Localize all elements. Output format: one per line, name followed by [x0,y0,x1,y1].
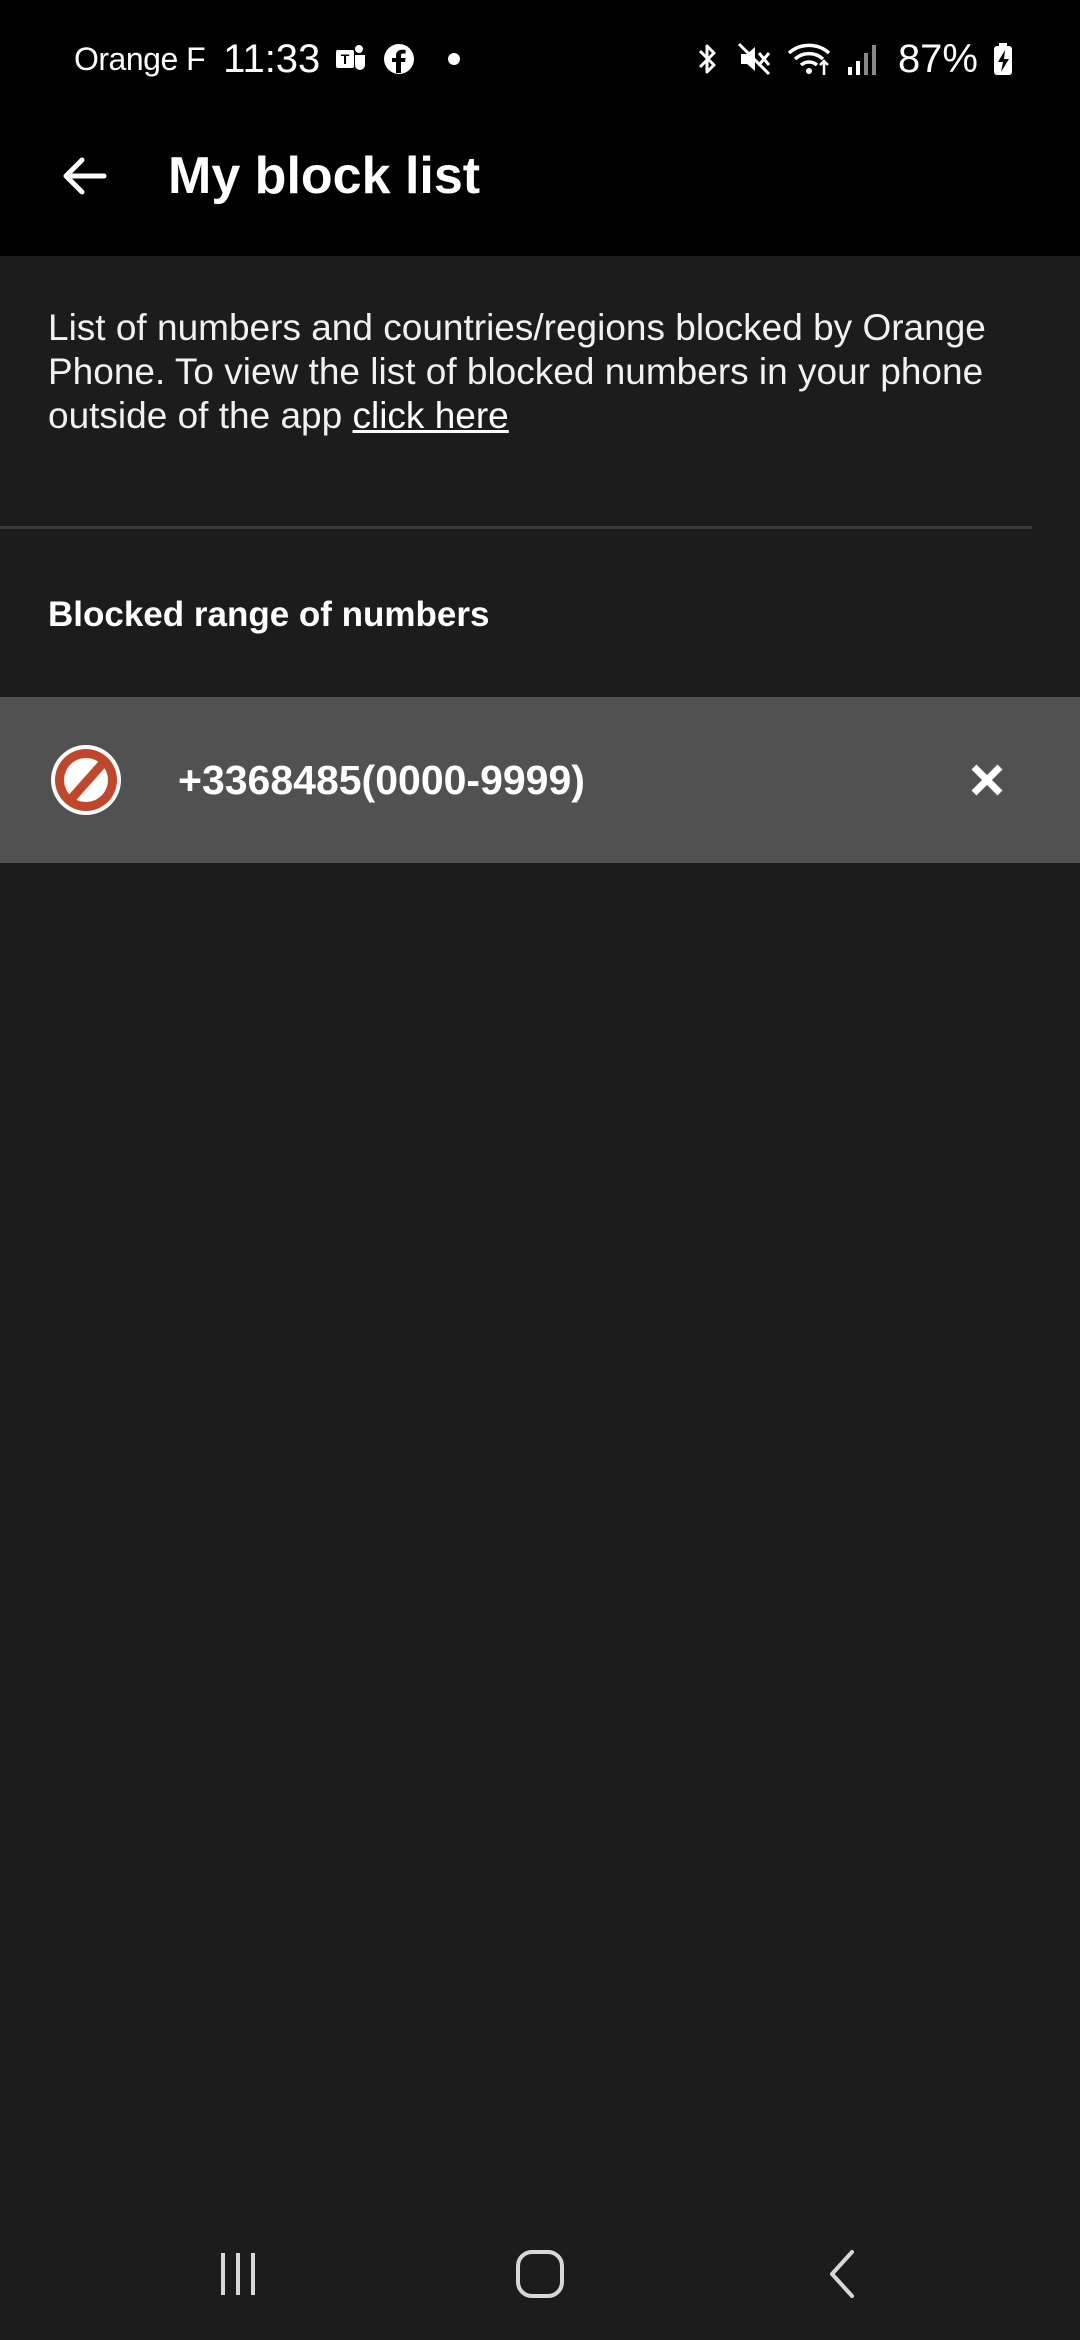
recent-apps-button[interactable] [202,2238,274,2310]
teams-icon: T [334,42,368,76]
block-list-description: List of numbers and countries/regions bl… [48,306,1038,438]
click-here-link[interactable]: click here [352,395,508,436]
back-nav-icon [830,2250,854,2298]
bluetooth-icon [692,41,722,77]
battery-charging-icon [992,41,1014,77]
recent-apps-icon [221,2253,255,2295]
carrier-name: Orange F [74,40,206,77]
screen: Orange F 11:33 T 87% My block list List … [0,0,1080,2340]
remove-blocked-button[interactable] [960,753,1014,807]
system-nav-bar [0,2206,1080,2340]
description-text: List of numbers and countries/regions bl… [48,307,986,436]
battery-percent: 87% [897,36,978,81]
app-bar: My block list [0,118,1080,256]
status-bar: Orange F 11:33 T 87% [0,0,1080,118]
mute-icon [736,41,772,77]
back-button[interactable] [54,146,114,206]
arrow-left-icon [63,157,107,195]
facebook-icon [382,42,416,76]
blocked-number-row[interactable]: +3368485(0000-9999) [0,697,1080,863]
section-header: Blocked range of numbers [48,595,490,634]
home-icon [516,2250,564,2298]
block-icon [50,744,122,816]
page-title: My block list [168,147,481,205]
clock: 11:33 [223,36,321,81]
signal-icon [846,41,878,77]
notification-dot [448,53,461,65]
divider [0,526,1032,529]
status-left: Orange F 11:33 T [74,36,461,82]
status-right: 87% [692,37,1014,82]
wifi-icon [786,41,832,77]
back-nav-button[interactable] [806,2238,878,2310]
home-button[interactable] [504,2238,576,2310]
svg-text:T: T [341,51,350,67]
close-icon [971,764,1003,796]
blocked-number: +3368485(0000-9999) [178,757,585,803]
